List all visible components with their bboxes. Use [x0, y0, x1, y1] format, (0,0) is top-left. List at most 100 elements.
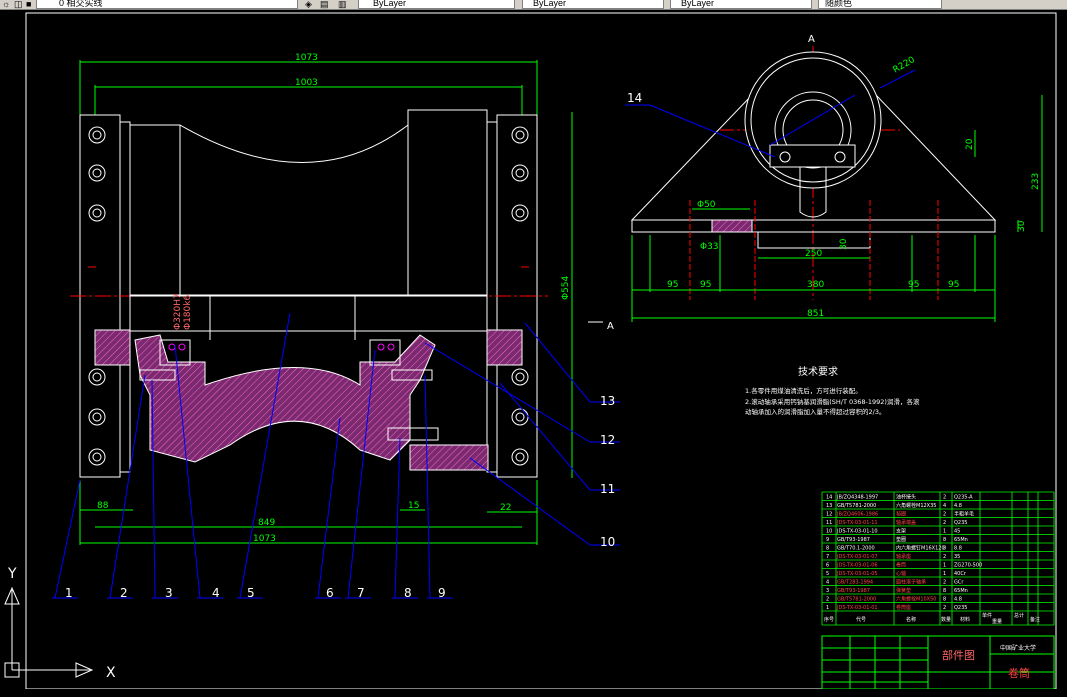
- bom-header-unit-weight: 单件: [982, 612, 992, 619]
- ucs-y-label: Y: [7, 566, 17, 582]
- dim-d-bolt: Φ50: [697, 200, 716, 210]
- bom-row-qty: 8: [943, 546, 946, 552]
- bom-header-remark: 备注: [1030, 616, 1040, 623]
- bom-row-name: 支架: [896, 528, 906, 535]
- front-view: 1073 1003 88 849 1073 22 15 Φ554 Φ320H7 …: [70, 53, 614, 545]
- dim-width-250: 250: [805, 249, 822, 259]
- right-section-support: [486, 329, 523, 366]
- bom-row-code: GB/T70.1-2000: [837, 546, 875, 552]
- bracket: [409, 444, 489, 471]
- bom-row-code: GB/T5781-2000: [837, 503, 876, 509]
- bom-row-material: ZG270-500: [954, 563, 982, 569]
- bom-row-no: 3: [826, 588, 829, 594]
- balloon-5: 5: [247, 586, 255, 600]
- bom-row-no: 7: [826, 554, 829, 560]
- plotstyle-combo-value: 随颜色: [825, 0, 853, 8]
- bom-row-qty: 8: [943, 588, 946, 594]
- bom-row-qty: 4: [943, 503, 946, 509]
- bom-header-name: 名称: [906, 616, 916, 623]
- school-name: 中国矿业大学: [1000, 644, 1036, 652]
- bom-row-material: 半粗羊毛: [954, 511, 974, 518]
- bom-row-qty: 1: [943, 563, 946, 569]
- bom-row-qty: 1: [943, 529, 946, 535]
- layer-previous-icon[interactable]: ▤: [320, 0, 329, 9]
- bom-row-name: 油杯接头: [896, 494, 916, 501]
- dim-seg-95-4: 95: [948, 280, 959, 290]
- make-current-icon[interactable]: ◈: [305, 0, 313, 9]
- dim-h-233: 233: [1031, 173, 1041, 190]
- color-combo[interactable]: ByLayer: [358, 0, 515, 9]
- lineweight-combo[interactable]: ByLayer: [670, 0, 812, 9]
- bom-row-code: JB/ZQ4606-1986: [836, 512, 878, 518]
- balloon-3: 3: [165, 586, 173, 600]
- linetype-combo[interactable]: ByLayer: [522, 0, 664, 9]
- dim-top-overall: 1073: [295, 53, 318, 63]
- layer-combo[interactable]: 0 相交实线: [36, 0, 298, 9]
- bom-row-code: JDS-TX-03-01-07: [836, 554, 878, 560]
- dim-h-30b: 30: [839, 238, 849, 250]
- drum-upper: [129, 109, 488, 296]
- plotstyle-combo[interactable]: 随颜色: [818, 0, 942, 9]
- ucs-x-label: X: [106, 665, 116, 681]
- layer-lock-icon[interactable]: ◫: [14, 0, 23, 9]
- bom-row-no: 9: [826, 537, 829, 543]
- dim-seg-95-3: 95: [908, 280, 919, 290]
- bom-row-code: JDS-TX-03-01-10: [836, 529, 878, 535]
- dim-seg-95-2: 95: [700, 280, 711, 290]
- bom-row-code: JDS-TX-03-01-06: [836, 563, 878, 569]
- dim-h-20: 20: [965, 138, 975, 150]
- bom-row-qty: 8: [943, 597, 946, 603]
- balloon-10: 10: [600, 535, 615, 549]
- lineweight-combo-value: ByLayer: [681, 0, 715, 8]
- bom-row-qty: 8: [943, 537, 946, 543]
- section-marker-a: A: [607, 321, 614, 332]
- bom-table: 14 JB/ZQ4348-1997 油杯接头 2 Q235-A13 GB/T5781-20…: [821, 491, 1055, 626]
- bom-row-code: JDS-TX-03-01-01: [836, 605, 878, 611]
- dim-bottom-overall: 1073: [253, 534, 276, 544]
- bom-row-material: 8.8: [954, 546, 962, 552]
- layer-color-icon[interactable]: ■: [26, 0, 34, 9]
- title-block: 部件图 卷筒 中国矿业大学: [821, 635, 1055, 689]
- bom-row-name: 垫圈: [896, 536, 906, 543]
- bom-row-material: 65Mn: [954, 537, 968, 543]
- bom-row-material: 40Cr: [954, 571, 967, 577]
- bom-row-qty: 2: [943, 605, 946, 611]
- bom-row-code: JB/ZQ4348-1997: [836, 495, 878, 501]
- bom-row-material: 35: [954, 554, 960, 560]
- dim-top-inner: 1003: [295, 78, 318, 88]
- dim-bottom-left: 88: [97, 501, 109, 511]
- bom-row-qty: 1: [943, 571, 946, 577]
- drawing-canvas[interactable]: 1073 1003 88 849 1073 22 15 Φ554 Φ320H7 …: [0, 10, 1067, 689]
- bom-row-no: 4: [826, 580, 829, 586]
- linetype-combo-value: ByLayer: [533, 0, 567, 8]
- bom-row-no: 2: [826, 597, 829, 603]
- dim-shaft-d2: Φ180k6: [183, 295, 193, 330]
- bom-row-code: GB/T93-1987: [837, 588, 870, 594]
- layer-states-icon[interactable]: ▥: [338, 0, 347, 9]
- bom-row-code: JDS-TX-03-01-11: [836, 520, 878, 526]
- bom-header-total-weight: 总计: [1014, 612, 1024, 619]
- layer-icon[interactable]: ☼: [2, 0, 10, 9]
- balloon-13: 13: [600, 394, 615, 408]
- bom-row-qty: 2: [943, 495, 946, 501]
- ucs-icon: [4, 586, 94, 678]
- bom-row-name: 六角螺栓M10X50: [896, 596, 936, 603]
- bom-row-material: Q235-A: [954, 495, 973, 501]
- drawing-type: 部件图: [942, 648, 975, 662]
- bom-row-qty: 2: [943, 554, 946, 560]
- layer-combo-value: 0 相交实线: [59, 0, 103, 8]
- bom-row-no: 13: [826, 503, 832, 509]
- tech-req-line1: 1.各零件用煤油清洗后，方可进行装配。: [745, 386, 862, 395]
- dim-seg-380: 380: [807, 280, 824, 290]
- balloon-14: 14: [627, 91, 642, 105]
- bom-row-material: 65Mn: [954, 588, 968, 594]
- balloon-6: 6: [326, 586, 334, 600]
- view-label-a: A: [808, 34, 815, 45]
- bom-row-name: 卷筒: [896, 562, 906, 569]
- bom-header-code: 代号: [856, 616, 866, 623]
- dim-d-hole: Φ33: [700, 242, 719, 252]
- bom-header-weight: 重量: [992, 618, 1002, 625]
- tech-req-line3: 动轴承加入的润滑脂加入量不得超过容积的2/3。: [745, 407, 885, 416]
- bom-row-qty: 2: [943, 512, 946, 518]
- bom-row-material: 45: [954, 529, 960, 535]
